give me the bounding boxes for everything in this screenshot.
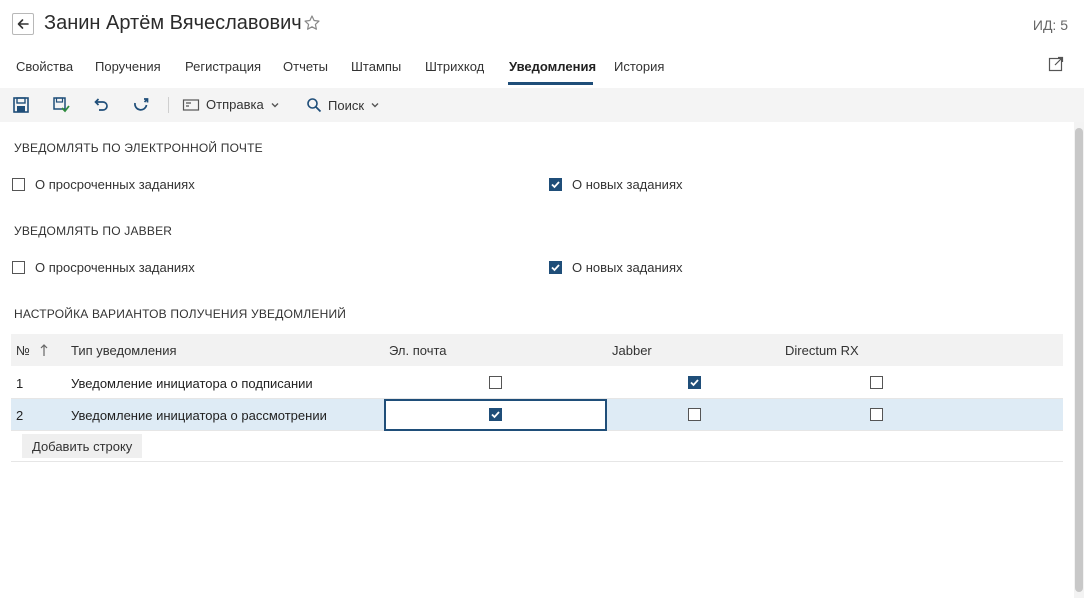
search-icon	[307, 98, 322, 113]
search-menu-label: Поиск	[328, 97, 365, 113]
row-email-checkbox[interactable]	[489, 376, 502, 389]
jabber-new-checkbox[interactable]	[549, 261, 562, 274]
row-jabber-checkbox[interactable]	[688, 408, 701, 421]
email-new-checkbox[interactable]	[549, 178, 562, 191]
row-email-checkbox[interactable]	[489, 408, 502, 421]
table-row[interactable]: 2 Уведомление инициатора о рассмотрении	[11, 399, 1063, 431]
scrollbar-thumb[interactable]	[1075, 128, 1083, 592]
send-menu-label: Отправка	[206, 97, 264, 112]
tab-registration[interactable]: Регистрация	[185, 59, 261, 74]
checkmark-icon	[551, 264, 560, 272]
tab-history[interactable]: История	[614, 59, 664, 74]
sort-ascending-icon[interactable]	[39, 343, 49, 357]
column-header-jabber[interactable]: Jabber	[612, 343, 652, 358]
record-id: ИД: 5	[1032, 17, 1068, 33]
row-directum-checkbox[interactable]	[870, 408, 883, 421]
grid-bottom-divider	[11, 461, 1063, 462]
toolbar-separator	[168, 97, 169, 113]
jabber-new-label: О новых заданиях	[572, 260, 683, 275]
page-title: Занин Артём Вячеславович	[44, 12, 302, 34]
search-menu[interactable]: Поиск	[306, 97, 380, 113]
row-jabber-checkbox[interactable]	[688, 376, 701, 389]
jabber-overdue-option[interactable]: О просроченных заданиях	[12, 260, 195, 275]
chevron-down-icon	[371, 103, 379, 108]
jabber-section-title: УВЕДОМЛЯТЬ ПО JABBER	[14, 224, 173, 238]
back-button[interactable]	[12, 13, 34, 35]
email-new-option[interactable]: О новых заданиях	[549, 177, 682, 192]
tab-barcode[interactable]: Штрихкод	[425, 59, 484, 74]
jabber-new-option[interactable]: О новых заданиях	[549, 260, 682, 275]
tab-assignments[interactable]: Поручения	[95, 59, 161, 74]
tab-properties[interactable]: Свойства	[16, 59, 73, 74]
column-header-email[interactable]: Эл. почта	[389, 343, 447, 358]
table-row[interactable]: 1 Уведомление инициатора о подписании	[11, 367, 1063, 399]
row-number: 2	[16, 408, 24, 423]
row-notification-type: Уведомление инициатора о рассмотрении	[71, 408, 327, 423]
email-overdue-option[interactable]: О просроченных заданиях	[12, 177, 195, 192]
save-icon[interactable]	[12, 96, 30, 114]
send-menu[interactable]: Отправка	[182, 97, 280, 112]
card-header: Занин Артём Вячеславович ИД: 5	[0, 0, 1084, 50]
column-header-number[interactable]: №	[16, 343, 30, 358]
refresh-icon[interactable]	[132, 96, 150, 114]
tab-notifications[interactable]: Уведомления	[509, 59, 596, 74]
checkmark-icon	[690, 379, 699, 387]
tab-bar: Свойства Поручения Регистрация Отчеты Шт…	[0, 52, 1084, 86]
jabber-overdue-checkbox[interactable]	[12, 261, 25, 274]
checkmark-icon	[551, 181, 560, 189]
arrow-left-icon	[17, 19, 29, 29]
settings-section-title: НАСТРОЙКА ВАРИАНТОВ ПОЛУЧЕНИЯ УВЕДОМЛЕНИ…	[14, 307, 347, 321]
send-icon	[182, 98, 200, 111]
email-new-label: О новых заданиях	[572, 177, 683, 192]
email-overdue-checkbox[interactable]	[12, 178, 25, 191]
column-header-directum[interactable]: Directum RX	[785, 343, 859, 358]
tab-stamps[interactable]: Штампы	[351, 59, 401, 74]
open-in-new-window-icon[interactable]	[1048, 56, 1064, 72]
row-number: 1	[16, 376, 24, 391]
save-and-close-icon[interactable]	[52, 96, 70, 114]
email-section-title: УВЕДОМЛЯТЬ ПО ЭЛЕКТРОННОЙ ПОЧТЕ	[14, 141, 263, 155]
tab-reports[interactable]: Отчеты	[283, 59, 328, 74]
email-overdue-label: О просроченных заданиях	[35, 177, 195, 192]
row-directum-checkbox[interactable]	[870, 376, 883, 389]
add-row-button[interactable]: Добавить строку	[22, 434, 143, 458]
undo-icon[interactable]	[92, 96, 110, 114]
chevron-down-icon	[271, 102, 279, 107]
grid-header: № Тип уведомления Эл. почта Jabber Direc…	[11, 334, 1063, 366]
checkmark-icon	[491, 411, 500, 419]
active-tab-indicator	[508, 82, 593, 85]
column-header-type[interactable]: Тип уведомления	[71, 343, 177, 358]
star-icon[interactable]	[303, 14, 321, 32]
toolbar: Отправка Поиск	[0, 88, 1084, 122]
jabber-overdue-label: О просроченных заданиях	[35, 260, 195, 275]
row-notification-type: Уведомление инициатора о подписании	[71, 376, 313, 391]
